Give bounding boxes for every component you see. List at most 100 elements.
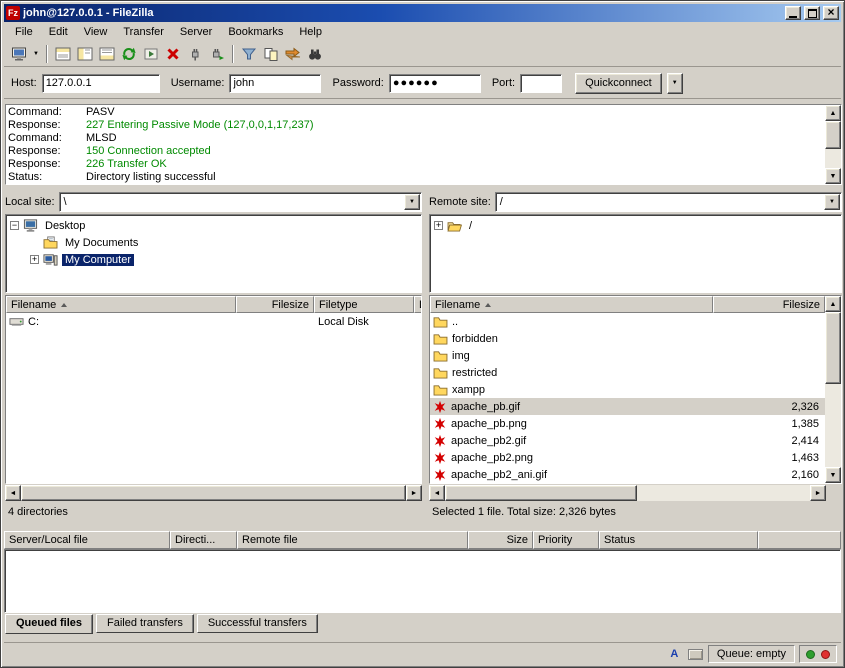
tree-item-desktop[interactable]: Desktop (6, 217, 421, 234)
menu-edit[interactable]: Edit (41, 24, 76, 40)
scroll-up-button[interactable] (825, 105, 841, 121)
remote-file-row-selected[interactable]: apache_pb.gif 2,326 (430, 398, 825, 415)
process-queue-button[interactable] (140, 43, 162, 65)
queue-list[interactable] (4, 549, 841, 613)
keypad-icon (687, 647, 704, 662)
remote-file-row[interactable]: apache_pb.png 1,385 (430, 415, 825, 432)
tree-item-my-computer[interactable]: My Computer (6, 251, 421, 268)
scrollbar-thumb[interactable] (21, 485, 406, 501)
tree-label[interactable]: / (466, 220, 475, 232)
scrollbar-thumb[interactable] (445, 485, 637, 501)
refresh-button[interactable] (118, 43, 140, 65)
toggle-message-log-icon (55, 46, 71, 62)
scroll-right-button[interactable] (406, 485, 422, 501)
menu-view[interactable]: View (76, 24, 116, 40)
menu-help[interactable]: Help (291, 24, 330, 40)
remote-file-row[interactable]: .. (430, 313, 825, 330)
find-files-button[interactable] (304, 43, 326, 65)
tree-label-selected[interactable]: My Computer (62, 254, 134, 266)
reconnect-button[interactable] (206, 43, 228, 65)
queue-column-remote-file[interactable]: Remote file (237, 531, 468, 549)
queue-column-priority[interactable]: Priority (533, 531, 599, 549)
tab-successful-transfers[interactable]: Successful transfers (197, 614, 318, 633)
tree-item-my-documents[interactable]: My Documents (6, 234, 421, 251)
remote-file-row[interactable]: xampp (430, 381, 825, 398)
cancel-button[interactable] (162, 43, 184, 65)
column-header-lastmodified[interactable]: L (414, 296, 422, 313)
column-header-filename[interactable]: Filename (430, 296, 713, 313)
remote-file-row[interactable]: apache_pb2.gif 2,414 (430, 432, 825, 449)
scroll-down-button[interactable] (825, 168, 841, 184)
toggle-queue-view-icon (99, 46, 115, 62)
menu-bookmarks[interactable]: Bookmarks (220, 24, 291, 40)
port-input[interactable] (520, 74, 562, 93)
quickconnect-button[interactable]: Quickconnect (575, 73, 662, 94)
scrollbar-thumb[interactable] (825, 312, 841, 384)
local-site-combo[interactable]: \ (59, 192, 422, 212)
tab-queued-files[interactable]: Queued files (5, 614, 93, 634)
menu-file[interactable]: File (7, 24, 41, 40)
tree-item-root[interactable]: / (430, 217, 841, 234)
site-manager-dropdown-button[interactable] (30, 43, 42, 65)
sort-ascending-icon (485, 303, 491, 307)
queue-column-size[interactable]: Size (468, 531, 533, 549)
site-manager-button[interactable] (8, 43, 30, 65)
maximize-button[interactable] (804, 6, 820, 20)
remote-list-hscrollbar[interactable] (429, 485, 826, 501)
refresh-icon (121, 46, 137, 62)
expand-icon[interactable] (30, 255, 39, 264)
scroll-left-button[interactable] (5, 485, 21, 501)
column-header-filetype[interactable]: Filetype (314, 296, 414, 313)
remote-site-combo[interactable]: / (495, 192, 842, 212)
remote-list-scrollbar[interactable] (825, 296, 841, 483)
close-button[interactable] (823, 6, 839, 20)
expand-icon[interactable] (434, 221, 443, 230)
tree-label[interactable]: Desktop (42, 220, 88, 232)
scrollbar-thumb[interactable] (825, 121, 841, 149)
remote-file-row[interactable]: forbidden (430, 330, 825, 347)
column-header-filesize[interactable]: Filesize (236, 296, 314, 313)
local-file-row[interactable]: C: Local Disk (6, 313, 421, 330)
combo-dropdown-icon[interactable] (404, 194, 420, 210)
toggle-tree-views-button[interactable] (74, 43, 96, 65)
username-input[interactable] (229, 74, 321, 93)
tab-failed-transfers[interactable]: Failed transfers (96, 614, 194, 633)
column-header-filesize[interactable]: Filesize (713, 296, 825, 313)
disconnect-button[interactable] (184, 43, 206, 65)
scroll-left-button[interactable] (429, 485, 445, 501)
transfer-type-icon (666, 647, 683, 662)
tree-label[interactable]: My Documents (62, 237, 141, 249)
quickconnect-dropdown-button[interactable] (667, 73, 683, 94)
scroll-up-button[interactable] (825, 296, 841, 312)
message-log: Command:PASV Response:227 Entering Passi… (5, 104, 842, 185)
host-input[interactable] (42, 74, 160, 93)
remote-file-row[interactable]: apache_pb2_ani.gif 2,160 (430, 466, 825, 483)
remote-file-row[interactable]: apache_pb2.png 1,463 (430, 449, 825, 466)
log-line: Status:Directory listing successful (8, 171, 825, 184)
minimize-button[interactable] (785, 6, 801, 20)
titlebar[interactable]: Fz john@127.0.0.1 - FileZilla (4, 4, 841, 22)
toolbar-separator (46, 45, 48, 63)
toggle-message-log-button[interactable] (52, 43, 74, 65)
synchronized-browsing-button[interactable] (282, 43, 304, 65)
scroll-right-button[interactable] (810, 485, 826, 501)
quickconnect-bar: Host: Username: Password: Port: Quickcon… (4, 68, 841, 99)
remote-file-row[interactable]: restricted (430, 364, 825, 381)
filter-button[interactable] (238, 43, 260, 65)
password-input[interactable] (389, 74, 481, 93)
scroll-down-button[interactable] (825, 467, 841, 483)
host-label: Host: (11, 77, 37, 89)
collapse-icon[interactable] (10, 221, 19, 230)
directory-comparison-button[interactable] (260, 43, 282, 65)
combo-dropdown-icon[interactable] (824, 194, 840, 210)
log-scrollbar[interactable] (825, 105, 841, 184)
queue-column-server-local-file[interactable]: Server/Local file (4, 531, 170, 549)
menu-server[interactable]: Server (172, 24, 220, 40)
menu-transfer[interactable]: Transfer (115, 24, 172, 40)
local-list-hscrollbar[interactable] (5, 485, 422, 501)
remote-file-row[interactable]: img (430, 347, 825, 364)
queue-column-status[interactable]: Status (599, 531, 758, 549)
toggle-queue-view-button[interactable] (96, 43, 118, 65)
queue-column-direction[interactable]: Directi... (170, 531, 237, 549)
column-header-filename[interactable]: Filename (6, 296, 236, 313)
